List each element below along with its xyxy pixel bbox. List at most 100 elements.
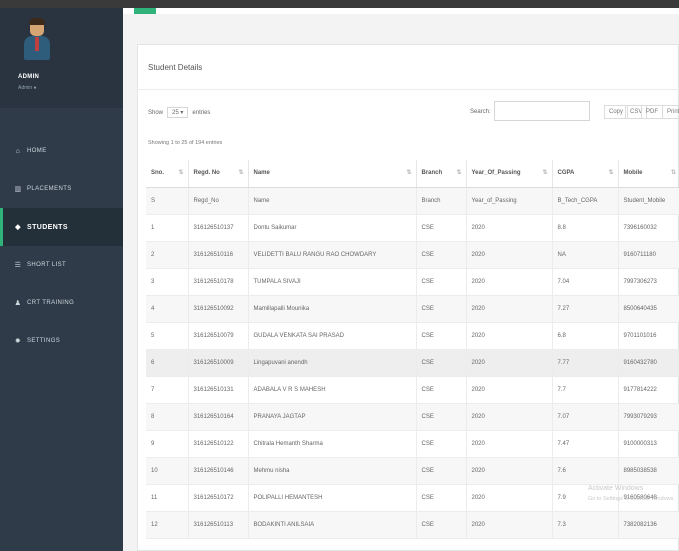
entries-label: entries [192, 109, 211, 116]
table-cell: 7396160032 [618, 214, 679, 242]
table-cell: 316126510137 [188, 214, 249, 242]
table-cell: Year_of_Passing [466, 187, 553, 215]
table-cell: 2020 [466, 268, 553, 296]
profile-name: ADMIN [18, 74, 40, 80]
table-cell: 7.3 [552, 511, 619, 539]
table-cell: 316126510178 [188, 268, 249, 296]
table-cell: 316126510079 [188, 322, 249, 350]
table-cell: POLIPALLI HEMANTESH [248, 484, 417, 512]
search-input[interactable] [494, 101, 590, 121]
table-row[interactable]: 9 316126510122 Chitrala Hemanth Sharma CSE 2… [146, 430, 679, 458]
column-header-cgpa[interactable]: CGPA ⇅ [552, 160, 619, 188]
table-cell: CSE [416, 376, 467, 404]
table-cell: 9 [146, 430, 189, 458]
table-row[interactable]: 3 316126510178 TUMPALA SIVAJI CSE 2020 7.04 79… [146, 268, 679, 296]
table-cell: 7382082136 [618, 511, 679, 539]
table-row[interactable]: 8 316126510164 PRANAYA JAGTAP CSE 2020 7.07 79… [146, 403, 679, 431]
table-row[interactable]: S Regd_No Name Branch Year_of_Passing B_Tech_… [146, 187, 679, 215]
column-header-label: Mobile [623, 170, 643, 177]
table-cell: 316126510009 [188, 349, 249, 377]
entries-length-control: Show 25 ▾ entries [148, 107, 210, 118]
table-row[interactable]: 2 316126510116 VELIDETTI BALU RANGU RAO CH… [146, 241, 679, 269]
table-cell: 9701101016 [618, 322, 679, 350]
sidebar-nav: ⌂ HOME ▥ PLACEMENTS ◆ STUDENTS ☰ SHORT LIST ♟ CRT… [0, 132, 123, 360]
sidebar-item-short-list[interactable]: ☰ SHORT LIST [0, 246, 123, 284]
table-cell: Mamillapalli Mounika [248, 295, 417, 323]
table-cell: 2020 [466, 295, 553, 323]
table-row[interactable]: 7 316126510131 ADABALA V R S MAHESH CSE 2020… [146, 376, 679, 404]
table-cell: 6.8 [552, 322, 619, 350]
table-cell: 10 [146, 457, 189, 485]
sidebar-item-settings[interactable]: ✹ SETTINGS [0, 322, 123, 360]
sort-icon: ⇅ [406, 170, 412, 176]
column-header-label: CGPA [557, 170, 575, 177]
table-cell: 5 [146, 322, 189, 350]
column-header-name[interactable]: Name ⇅ [248, 160, 417, 188]
table-cell: Regd_No [188, 187, 249, 215]
table-cell: PRANAYA JAGTAP [248, 403, 417, 431]
graduation-cap-icon: ◆ [15, 224, 21, 231]
table-cell: BODAKINTI ANILSAIA [248, 511, 417, 539]
table-cell: CSE [416, 268, 467, 296]
table-row[interactable]: 10 316126510146 Mehmu nisha CSE 2020 7.6 89850… [146, 457, 679, 485]
column-header-sno[interactable]: Sno. ⇅ [146, 160, 189, 188]
divider [138, 89, 679, 90]
entries-select[interactable]: 25 ▾ [167, 107, 189, 118]
sidebar-item-crt-training[interactable]: ♟ CRT TRAINING [0, 284, 123, 322]
table-row[interactable]: 6 316126510009 Lingapuvani anendh CSE 2020 7.… [146, 349, 679, 377]
table-cell: 2020 [466, 403, 553, 431]
table-cell: 316126510122 [188, 430, 249, 458]
table-cell: 7.7 [552, 376, 619, 404]
table-cell: 7.77 [552, 349, 619, 377]
table-cell: 8.8 [552, 214, 619, 242]
list-icon: ☰ [14, 262, 22, 269]
students-table: Sno. ⇅ Regd. No ⇅ Name ⇅ Branch ⇅ Year_Of_Passin… [146, 160, 679, 539]
table-cell: 8500640435 [618, 295, 679, 323]
table-row[interactable]: 1 316126510137 Dontu Saikumar CSE 2020 8.8 739… [146, 214, 679, 242]
table-cell: TUMPALA SIVAJI [248, 268, 417, 296]
table-cell: B_Tech_CGPA [552, 187, 619, 215]
column-header-year-of-passing[interactable]: Year_Of_Passing ⇅ [466, 160, 553, 188]
table-cell: CSE [416, 484, 467, 512]
watermark-line-1: Activate Windows [588, 485, 644, 492]
sidebar: ADMIN Admin ● ⌂ HOME ▥ PLACEMENTS ◆ STUDENTS ☰… [0, 8, 123, 551]
table-row[interactable]: 4 316126510092 Mamillapalli Mounika CSE 2020… [146, 295, 679, 323]
student-details-card: Student Details Show 25 ▾ entries Search… [137, 44, 679, 551]
column-header-regd-no[interactable]: Regd. No ⇅ [188, 160, 249, 188]
table-cell: 11 [146, 484, 189, 512]
sort-icon: ⇅ [542, 170, 548, 176]
sidebar-item-students[interactable]: ◆ STUDENTS [0, 208, 123, 246]
pdf-export-button[interactable]: PDF [641, 105, 663, 119]
table-cell: 2020 [466, 241, 553, 269]
sidebar-item-label: SHORT LIST [27, 262, 67, 268]
sidebar-item-placements[interactable]: ▥ PLACEMENTS [0, 170, 123, 208]
table-cell: 9160711180 [618, 241, 679, 269]
table-cell: 2020 [466, 457, 553, 485]
showing-entries-text: Showing 1 to 25 of 194 entries [148, 140, 223, 146]
table-cell: 316126510146 [188, 457, 249, 485]
table-cell: 2020 [466, 214, 553, 242]
main-content: Student Details Show 25 ▾ entries Search… [123, 14, 679, 551]
column-header-mobile[interactable]: Mobile ⇅ [618, 160, 679, 188]
table-cell: GUDALA VENKATA SAI PRASAD [248, 322, 417, 350]
column-header-label: Year_Of_Passing [471, 170, 521, 177]
table-cell: 7 [146, 376, 189, 404]
sidebar-item-home[interactable]: ⌂ HOME [0, 132, 123, 170]
table-cell: CSE [416, 241, 467, 269]
table-cell: Dontu Saikumar [248, 214, 417, 242]
table-cell: 9100000313 [618, 430, 679, 458]
table-cell: S [146, 187, 189, 215]
table-cell: Student_Mobile [618, 187, 679, 215]
avatar[interactable] [24, 18, 50, 60]
column-header-label: Regd. No [193, 170, 220, 177]
table-cell: 2020 [466, 349, 553, 377]
sort-icon: ⇅ [238, 170, 244, 176]
print-export-button[interactable]: Print [662, 105, 679, 119]
table-row[interactable]: 12 316126510113 BODAKINTI ANILSAIA CSE 2020 7… [146, 511, 679, 539]
column-header-branch[interactable]: Branch ⇅ [416, 160, 467, 188]
table-cell: Branch [416, 187, 467, 215]
search-label: Search: [470, 109, 491, 115]
gear-icon: ✹ [14, 338, 22, 345]
table-row[interactable]: 5 316126510079 GUDALA VENKATA SAI PRASAD CS… [146, 322, 679, 350]
column-header-label: Branch [421, 170, 443, 177]
